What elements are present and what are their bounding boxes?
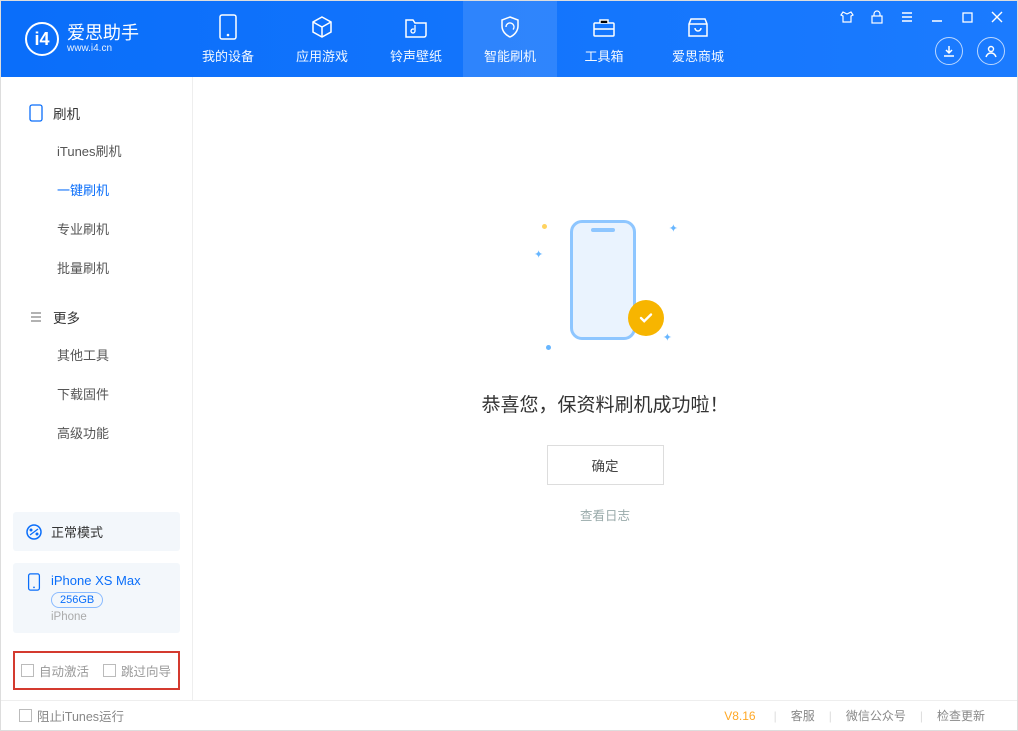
main-content: ✦ ✦ ✦ 恭喜您，保资料刷机成功啦！ 确定 查看日志 bbox=[193, 77, 1017, 700]
mode-box[interactable]: 正常模式 bbox=[13, 512, 180, 551]
nav-tab-store[interactable]: 爱思商城 bbox=[651, 1, 745, 77]
sidebar-item-batch-flash[interactable]: 批量刷机 bbox=[1, 248, 192, 287]
music-folder-icon bbox=[403, 14, 429, 40]
phone-icon bbox=[29, 104, 43, 122]
check-circle-icon bbox=[628, 300, 664, 336]
footer-link-wechat[interactable]: 微信公众号 bbox=[832, 707, 920, 724]
close-icon[interactable] bbox=[989, 9, 1005, 25]
footer: 阻止iTunes运行 V8.16 | 客服 | 微信公众号 | 检查更新 bbox=[1, 700, 1017, 730]
sidebar-item-other-tools[interactable]: 其他工具 bbox=[1, 335, 192, 374]
sparkle-icon: ✦ bbox=[669, 222, 678, 235]
cube-icon bbox=[309, 14, 335, 40]
sidebar-item-pro-flash[interactable]: 专业刷机 bbox=[1, 209, 192, 248]
view-log-link[interactable]: 查看日志 bbox=[580, 505, 630, 524]
sidebar-group-more: 更多 bbox=[1, 299, 192, 335]
sparkle-icon: ✦ bbox=[663, 331, 672, 344]
success-message: 恭喜您，保资料刷机成功啦！ bbox=[481, 390, 728, 417]
nav-tab-flash[interactable]: 智能刷机 bbox=[463, 1, 557, 77]
sidebar-item-download-firmware[interactable]: 下载固件 bbox=[1, 374, 192, 413]
mode-icon bbox=[25, 523, 43, 541]
dot-icon bbox=[546, 345, 551, 350]
device-phone-icon bbox=[25, 573, 43, 591]
window-controls bbox=[839, 9, 1005, 25]
header-actions bbox=[935, 37, 1005, 65]
minimize-icon[interactable] bbox=[929, 9, 945, 25]
device-type: iPhone bbox=[51, 611, 141, 623]
checkbox-skip-guide[interactable]: 跳过向导 bbox=[103, 661, 171, 680]
sidebar-item-itunes-flash[interactable]: iTunes刷机 bbox=[1, 131, 192, 170]
store-icon bbox=[685, 14, 711, 40]
shield-refresh-icon bbox=[497, 14, 523, 40]
download-button[interactable] bbox=[935, 37, 963, 65]
sidebar-item-advanced[interactable]: 高级功能 bbox=[1, 413, 192, 452]
nav-tab-ringtone[interactable]: 铃声壁纸 bbox=[369, 1, 463, 77]
device-name: iPhone XS Max bbox=[51, 573, 141, 588]
phone-outline-icon bbox=[570, 220, 636, 340]
nav-tab-apps[interactable]: 应用游戏 bbox=[275, 1, 369, 77]
dot-icon bbox=[542, 224, 547, 229]
device-storage: 256GB bbox=[51, 592, 103, 608]
checkbox-auto-activate[interactable]: 自动激活 bbox=[21, 661, 89, 680]
checkbox-block-itunes[interactable]: 阻止iTunes运行 bbox=[19, 706, 124, 725]
sparkle-icon: ✦ bbox=[534, 248, 543, 261]
app-domain: www.i4.cn bbox=[67, 43, 139, 54]
toolbox-icon bbox=[591, 14, 617, 40]
list-icon bbox=[29, 310, 43, 324]
logo-icon: i4 bbox=[25, 22, 59, 56]
footer-link-update[interactable]: 检查更新 bbox=[923, 707, 999, 724]
mode-label: 正常模式 bbox=[51, 522, 103, 541]
version-label: V8.16 bbox=[724, 709, 755, 723]
success-illustration: ✦ ✦ ✦ bbox=[540, 214, 670, 354]
nav-tabs: 我的设备 应用游戏 铃声壁纸 智能刷机 工具箱 爱思商城 bbox=[181, 1, 745, 77]
sidebar-item-oneclick-flash[interactable]: 一键刷机 bbox=[1, 170, 192, 209]
maximize-icon[interactable] bbox=[959, 9, 975, 25]
footer-link-support[interactable]: 客服 bbox=[777, 707, 829, 724]
lock-icon[interactable] bbox=[869, 9, 885, 25]
sidebar: 刷机 iTunes刷机 一键刷机 专业刷机 批量刷机 更多 其他工具 下载固件 … bbox=[1, 77, 193, 700]
shirt-icon[interactable] bbox=[839, 9, 855, 25]
device-icon bbox=[215, 14, 241, 40]
user-button[interactable] bbox=[977, 37, 1005, 65]
app-header: i4 爱思助手 www.i4.cn 我的设备 应用游戏 铃声壁纸 智能刷机 工具… bbox=[1, 1, 1017, 77]
sidebar-group-flash: 刷机 bbox=[1, 95, 192, 131]
menu-icon[interactable] bbox=[899, 9, 915, 25]
header-right bbox=[839, 1, 1005, 77]
logo: i4 爱思助手 www.i4.cn bbox=[1, 22, 181, 56]
nav-tab-toolbox[interactable]: 工具箱 bbox=[557, 1, 651, 77]
highlighted-checkbox-row: 自动激活 跳过向导 bbox=[13, 651, 180, 690]
device-box[interactable]: iPhone XS Max 256GB iPhone bbox=[13, 563, 180, 633]
app-name: 爱思助手 bbox=[67, 24, 139, 44]
nav-tab-device[interactable]: 我的设备 bbox=[181, 1, 275, 77]
ok-button[interactable]: 确定 bbox=[547, 445, 664, 485]
